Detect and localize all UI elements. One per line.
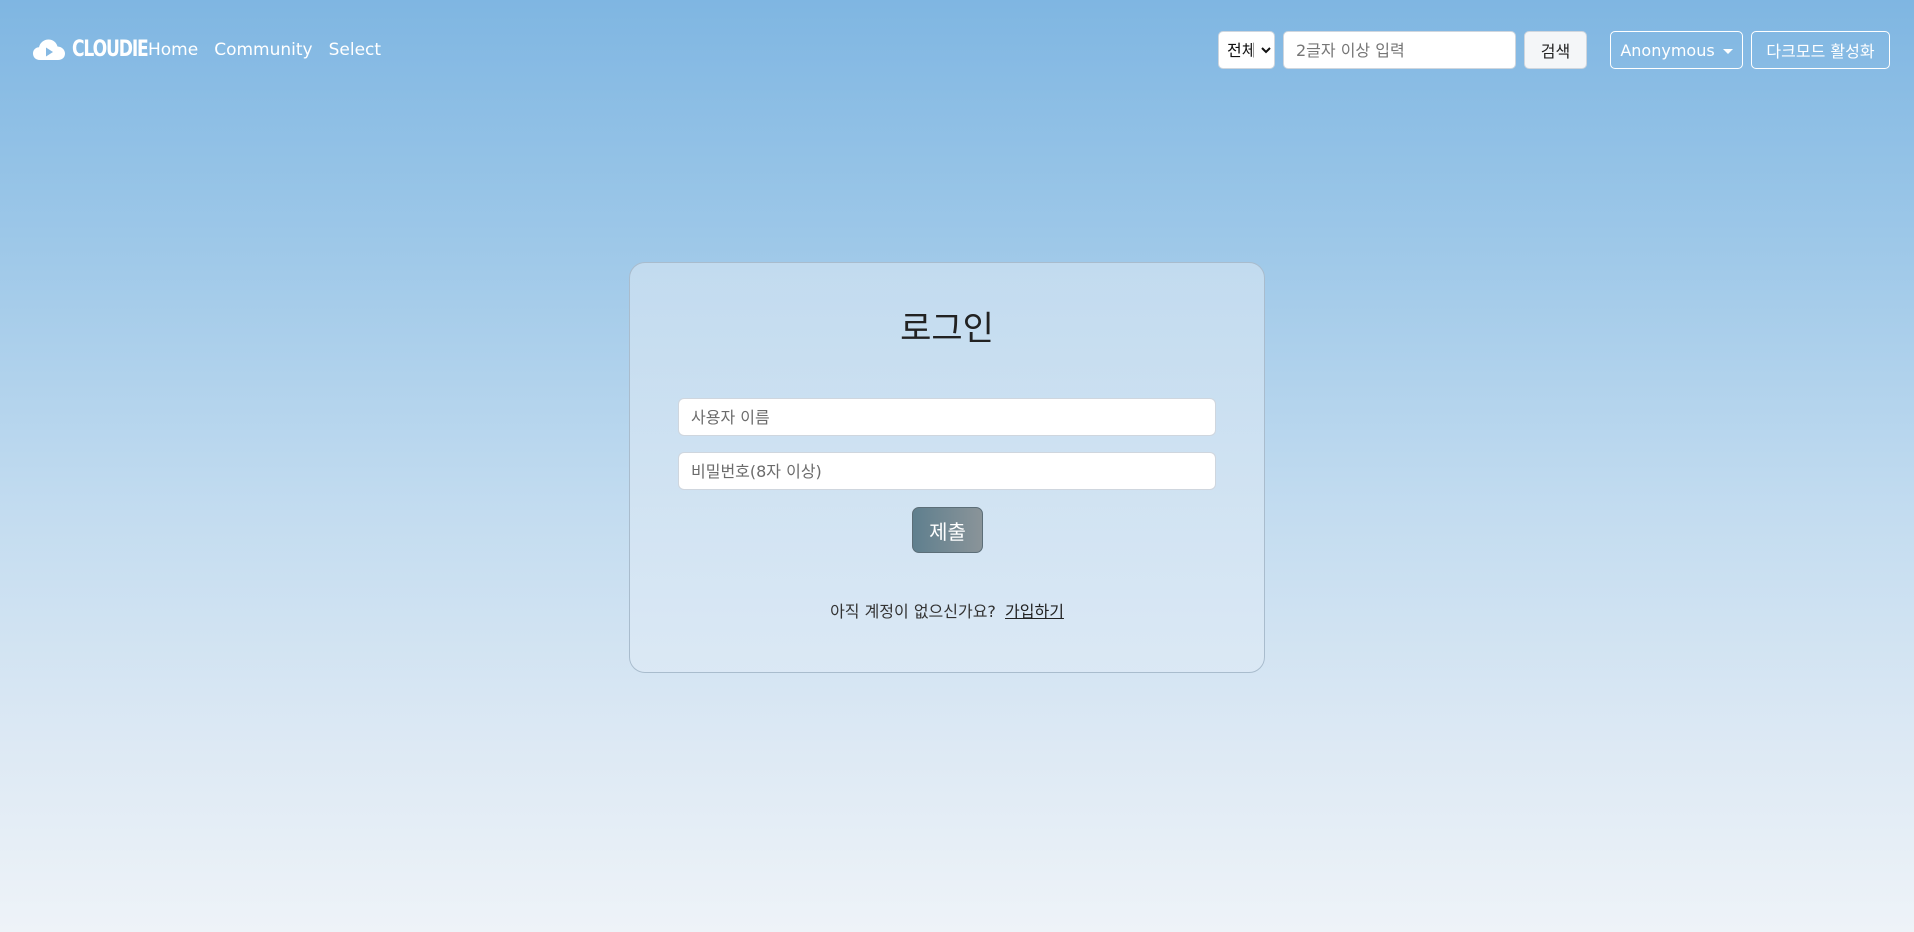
signup-link[interactable]: 가입하기 bbox=[1005, 602, 1064, 621]
signup-prompt: 아직 계정이 없으신가요? 가입하기 bbox=[630, 601, 1264, 623]
submit-button[interactable]: 제출 bbox=[912, 507, 983, 553]
login-card: 로그인 제출 아직 계정이 없으신가요? 가입하기 bbox=[629, 262, 1265, 673]
no-account-text: 아직 계정이 없으신가요? bbox=[830, 602, 996, 621]
nav-links: Home Community Select bbox=[148, 38, 381, 62]
user-menu-button[interactable]: Anonymous bbox=[1610, 31, 1743, 69]
navbar: CLOUDIE Home Community Select 전체 검색 Anon… bbox=[0, 0, 1914, 100]
nav-link-home[interactable]: Home bbox=[148, 38, 198, 62]
search-button[interactable]: 검색 bbox=[1524, 31, 1587, 69]
login-title: 로그인 bbox=[900, 309, 994, 349]
search-scope-select[interactable]: 전체 bbox=[1218, 31, 1275, 69]
search-input[interactable] bbox=[1283, 31, 1516, 69]
nav-link-community[interactable]: Community bbox=[214, 38, 312, 62]
search-form: 전체 검색 bbox=[1218, 31, 1587, 69]
nav-link-select[interactable]: Select bbox=[329, 38, 381, 62]
username-input[interactable] bbox=[678, 398, 1216, 436]
user-menu-label: Anonymous bbox=[1620, 40, 1715, 60]
cloud-play-icon bbox=[33, 39, 65, 60]
dark-mode-toggle-button[interactable]: 다크모드 활성화 bbox=[1751, 31, 1890, 69]
password-input[interactable] bbox=[678, 452, 1216, 490]
brand-name: CLOUDIE bbox=[72, 37, 149, 62]
caret-down-icon bbox=[1722, 48, 1733, 54]
